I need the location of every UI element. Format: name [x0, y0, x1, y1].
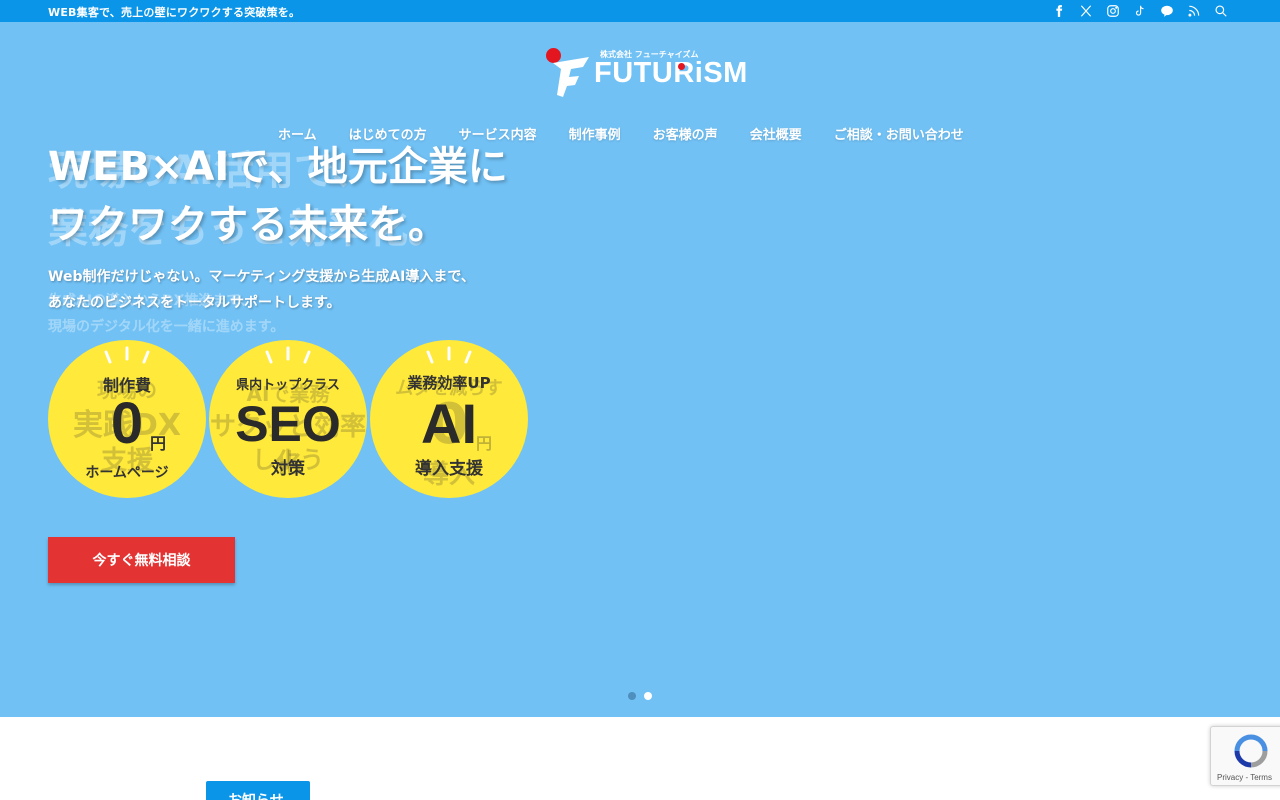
logo-i-dot: [678, 63, 685, 70]
recaptcha-badge[interactable]: Privacy - Terms: [1210, 726, 1280, 786]
recaptcha-icon: [1234, 734, 1268, 768]
line-icon[interactable]: [1159, 3, 1174, 18]
hero-subtext: Web制作だけじゃない。マーケティング支援から生成AI導入まで、 あなたのビジネ…: [48, 264, 475, 316]
site-tagline: WEB集客で、売上の壁にワクワクする突破策を。: [48, 6, 301, 19]
nav-item-contact[interactable]: ご相談・お問い合わせ: [834, 124, 964, 143]
hero-sub-line-1: Web制作だけじゃない。マーケティング支援から生成AI導入まで、: [48, 269, 475, 285]
badge-unit: 円: [150, 434, 167, 453]
logo-wordmark: FUTURiSM: [594, 57, 748, 89]
slider-dot-1[interactable]: [628, 692, 636, 700]
search-icon[interactable]: [1213, 3, 1228, 18]
ghost-sub-2: 現場のデジタル化を一緒に進めます。: [48, 319, 285, 335]
news-tab[interactable]: お知らせ: [206, 781, 310, 800]
site-logo[interactable]: 株式会社 フューチャイズム FUTURiSM: [546, 45, 747, 97]
top-bar: WEB集客で、売上の壁にワクワクする突破策を。: [0, 0, 1280, 22]
hero-headline-line-1: WEB×AIで、地元企業に: [48, 144, 508, 190]
slider-pagination: [628, 692, 652, 700]
hero-headline: WEB×AIで、地元企業に ワクワクする未来を。: [48, 138, 508, 254]
slider-dot-2[interactable]: [644, 692, 652, 700]
badge-big-value: 0: [110, 391, 144, 456]
badge-seo: AIで業務 サクッと効率化 しよう 県内トップクラス SEO 対策: [209, 340, 367, 498]
badge-top-label: 業務効率UP: [407, 374, 491, 392]
logo-mark-icon: [553, 57, 589, 97]
badge-bottom-label: 導入支援: [415, 459, 483, 479]
nav-item-company[interactable]: 会社概要: [750, 124, 802, 143]
social-icons: [1051, 3, 1228, 18]
hero-slider: 株式会社 フューチャイズム FUTURiSM ホーム はじめての方 サービス内容…: [0, 22, 1280, 717]
nav-item-voices[interactable]: お客様の声: [653, 124, 718, 143]
feature-badges: 現場の 実践DX 支援 制作費 0 円 ホームページ AIで業務 サクッと効率化…: [48, 340, 528, 498]
badge-bottom-label: ホームページ: [85, 465, 169, 481]
badge-big-value: AI: [421, 392, 477, 455]
x-icon[interactable]: [1078, 3, 1093, 18]
badge-ai-support: ムダを減らす 0 導入 業務効率UP AI 円 導入支援: [370, 340, 528, 498]
hero-sub-line-2: あなたのビジネスをトータルサポートします。: [48, 295, 341, 311]
tiktok-icon[interactable]: [1132, 3, 1147, 18]
recaptcha-terms[interactable]: Privacy - Terms: [1217, 773, 1272, 782]
badge-unit: 円: [476, 434, 493, 453]
nav-item-works[interactable]: 制作事例: [569, 124, 621, 143]
facebook-icon[interactable]: [1051, 3, 1066, 18]
badge-big-value: SEO: [235, 396, 341, 452]
instagram-icon[interactable]: [1105, 3, 1120, 18]
hero-headline-line-2: ワクワクする未来を。: [48, 202, 448, 248]
free-consultation-button[interactable]: 今すぐ無料相談: [48, 537, 235, 583]
badge-top-label: 県内トップクラス: [236, 378, 340, 393]
badge-bottom-label: 対策: [271, 459, 305, 479]
badge-free-homepage: 現場の 実践DX 支援 制作費 0 円 ホームページ: [48, 340, 206, 498]
rss-icon[interactable]: [1186, 3, 1201, 18]
